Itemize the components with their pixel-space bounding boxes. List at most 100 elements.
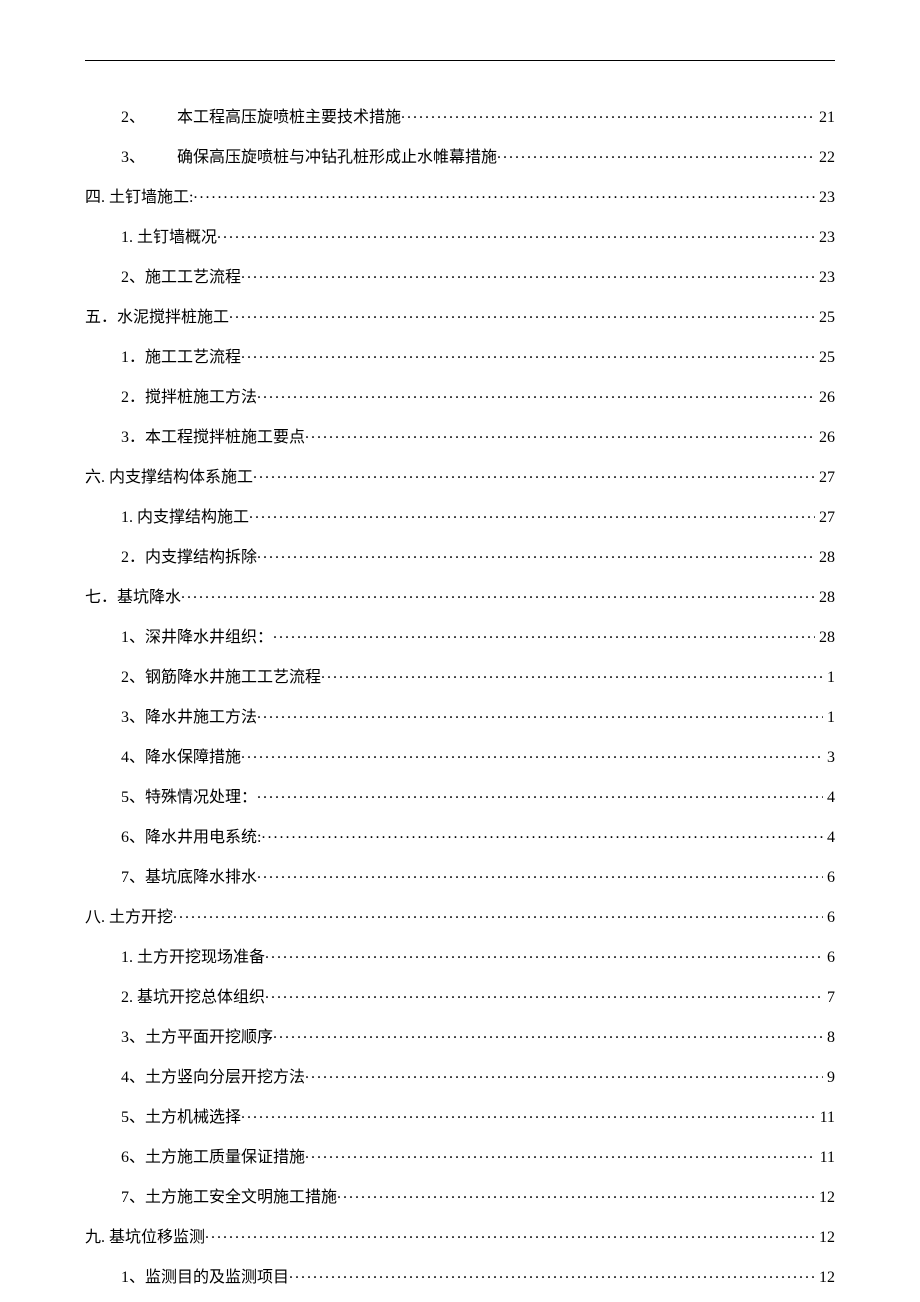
toc-entry: 4、土方竖向分层开挖方法9 xyxy=(85,1066,835,1086)
toc-entry-page: 1 xyxy=(823,670,835,686)
toc-entry-page: 7 xyxy=(823,990,835,1006)
toc-entry-number: 3、 xyxy=(121,150,177,166)
toc-entry-number: 2、 xyxy=(121,110,177,126)
toc-entry: 九. 基坑位移监测12 xyxy=(85,1226,835,1246)
toc-entry-label: 本工程高压旋喷桩主要技术措施 xyxy=(177,110,401,126)
toc-entry-label: 2. 基坑开挖总体组织 xyxy=(121,990,265,1006)
toc-dot-leader xyxy=(257,706,823,722)
toc-dot-leader xyxy=(337,1186,815,1202)
toc-dot-leader xyxy=(305,1066,823,1082)
toc-entry-label: 确保高压旋喷桩与冲钻孔桩形成止水帷幕措施 xyxy=(177,150,497,166)
toc-entry-label: 六. 内支撑结构体系施工 xyxy=(85,470,253,486)
document-page: 2、本工程高压旋喷桩主要技术措施 21 3、确保高压旋喷桩与冲钻孔桩形成止水帷幕措施… xyxy=(0,0,920,1302)
toc-entry: 1、监测目的及监测项目12 xyxy=(85,1266,835,1286)
toc-dot-leader xyxy=(273,1026,823,1042)
toc-entry-page: 28 xyxy=(815,550,835,566)
toc-entry: 3、确保高压旋喷桩与冲钻孔桩形成止水帷幕措施 22 xyxy=(85,146,835,166)
toc-entry-label: 3、土方平面开挖顺序 xyxy=(121,1030,273,1046)
toc-dot-leader xyxy=(305,426,815,442)
toc-entry-label: 2．内支撑结构拆除 xyxy=(121,550,257,566)
toc-dot-leader xyxy=(181,586,815,602)
toc-entry-page: 28 xyxy=(815,630,835,646)
toc-entry: 3、土方平面开挖顺序 8 xyxy=(85,1026,835,1046)
toc-dot-leader xyxy=(265,986,823,1002)
toc-entry-label: 4、土方竖向分层开挖方法 xyxy=(121,1070,305,1086)
toc-entry: 3．本工程搅拌桩施工要点 26 xyxy=(85,426,835,446)
toc-dot-leader xyxy=(265,946,823,962)
toc-entry: 1. 土方开挖现场准备 6 xyxy=(85,946,835,966)
toc-dot-leader xyxy=(193,186,815,202)
toc-entry-label: 7、基坑底降水排水 xyxy=(121,870,257,886)
toc-entry-label: 八. 土方开挖 xyxy=(85,910,173,926)
toc-entry-page: 6 xyxy=(823,910,835,926)
toc-entry: 6、土方施工质量保证措施11 xyxy=(85,1146,835,1166)
toc-dot-leader xyxy=(249,506,815,522)
toc-entry-page: 26 xyxy=(815,390,835,406)
toc-dot-leader xyxy=(273,626,815,642)
toc-entry: 7、土方施工安全文明施工措施12 xyxy=(85,1186,835,1206)
toc-entry-page: 25 xyxy=(815,310,835,326)
toc-dot-leader xyxy=(229,306,815,322)
toc-entry: 6、降水井用电系统:4 xyxy=(85,826,835,846)
toc-entry-label: 3、降水井施工方法 xyxy=(121,710,257,726)
toc-entry: 2．搅拌桩施工方法26 xyxy=(85,386,835,406)
toc-entry: 5、土方机械选择 11 xyxy=(85,1106,835,1126)
toc-entry: 2、钢筋降水井施工工艺流程 1 xyxy=(85,666,835,686)
toc-dot-leader xyxy=(205,1226,815,1242)
toc-entry-page: 4 xyxy=(823,790,835,806)
toc-dot-leader xyxy=(241,346,815,362)
toc-entry: 5、特殊情况处理： 4 xyxy=(85,786,835,806)
toc-dot-leader xyxy=(257,546,815,562)
toc-entry-label: 5、特殊情况处理： xyxy=(121,790,257,806)
toc-entry-label: 五．水泥搅拌桩施工 xyxy=(85,310,229,326)
toc-dot-leader xyxy=(241,1106,816,1122)
toc-entry-label: 2、钢筋降水井施工工艺流程 xyxy=(121,670,321,686)
toc-entry-page: 27 xyxy=(815,470,835,486)
toc-dot-leader xyxy=(497,146,815,162)
toc-entry: 1. 土钉墙概况 23 xyxy=(85,226,835,246)
toc-entry-page: 23 xyxy=(815,230,835,246)
toc-dot-leader xyxy=(253,466,815,482)
toc-entry: 1. 内支撑结构施工27 xyxy=(85,506,835,526)
toc-entry-page: 12 xyxy=(815,1270,835,1286)
toc-entry-page: 26 xyxy=(815,430,835,446)
toc-entry-page: 6 xyxy=(823,870,835,886)
toc-dot-leader xyxy=(289,1266,815,1282)
horizontal-rule xyxy=(85,60,835,61)
toc-dot-leader xyxy=(261,826,823,842)
toc-entry-label: 1、深井降水井组织： xyxy=(121,630,273,646)
toc-entry-label: 1. 土方开挖现场准备 xyxy=(121,950,265,966)
toc-entry-label: 九. 基坑位移监测 xyxy=(85,1230,205,1246)
toc-entry-page: 27 xyxy=(815,510,835,526)
toc-entry-label: 四. 土钉墙施工: xyxy=(85,190,193,206)
toc-dot-leader xyxy=(241,266,815,282)
toc-entry-label: 2、施工工艺流程 xyxy=(121,270,241,286)
toc-entry-label: 1. 土钉墙概况 xyxy=(121,230,217,246)
toc-entry-page: 25 xyxy=(815,350,835,366)
toc-dot-leader xyxy=(217,226,815,242)
toc-entry: 八. 土方开挖 6 xyxy=(85,906,835,926)
table-of-contents: 2、本工程高压旋喷桩主要技术措施 21 3、确保高压旋喷桩与冲钻孔桩形成止水帷幕措施… xyxy=(85,106,835,1286)
toc-entry: 2．内支撑结构拆除 28 xyxy=(85,546,835,566)
toc-entry-label: 3．本工程搅拌桩施工要点 xyxy=(121,430,305,446)
toc-entry-page: 11 xyxy=(816,1110,835,1126)
toc-entry-page: 23 xyxy=(815,270,835,286)
toc-entry: 3、降水井施工方法1 xyxy=(85,706,835,726)
toc-entry-page: 21 xyxy=(815,110,835,126)
toc-entry-page: 6 xyxy=(823,950,835,966)
toc-dot-leader xyxy=(241,746,823,762)
toc-entry-page: 22 xyxy=(815,150,835,166)
toc-entry-label: 5、土方机械选择 xyxy=(121,1110,241,1126)
toc-entry-page: 12 xyxy=(815,1190,835,1206)
toc-entry-page: 8 xyxy=(823,1030,835,1046)
toc-entry-label: 1．施工工艺流程 xyxy=(121,350,241,366)
toc-entry: 1、深井降水井组织： 28 xyxy=(85,626,835,646)
toc-entry-page: 23 xyxy=(815,190,835,206)
toc-entry: 2、施工工艺流程 23 xyxy=(85,266,835,286)
toc-entry: 四. 土钉墙施工: 23 xyxy=(85,186,835,206)
toc-dot-leader xyxy=(257,866,823,882)
toc-entry: 2. 基坑开挖总体组织 7 xyxy=(85,986,835,1006)
toc-dot-leader xyxy=(321,666,823,682)
toc-entry-label: 4、降水保障措施 xyxy=(121,750,241,766)
toc-dot-leader xyxy=(173,906,823,922)
